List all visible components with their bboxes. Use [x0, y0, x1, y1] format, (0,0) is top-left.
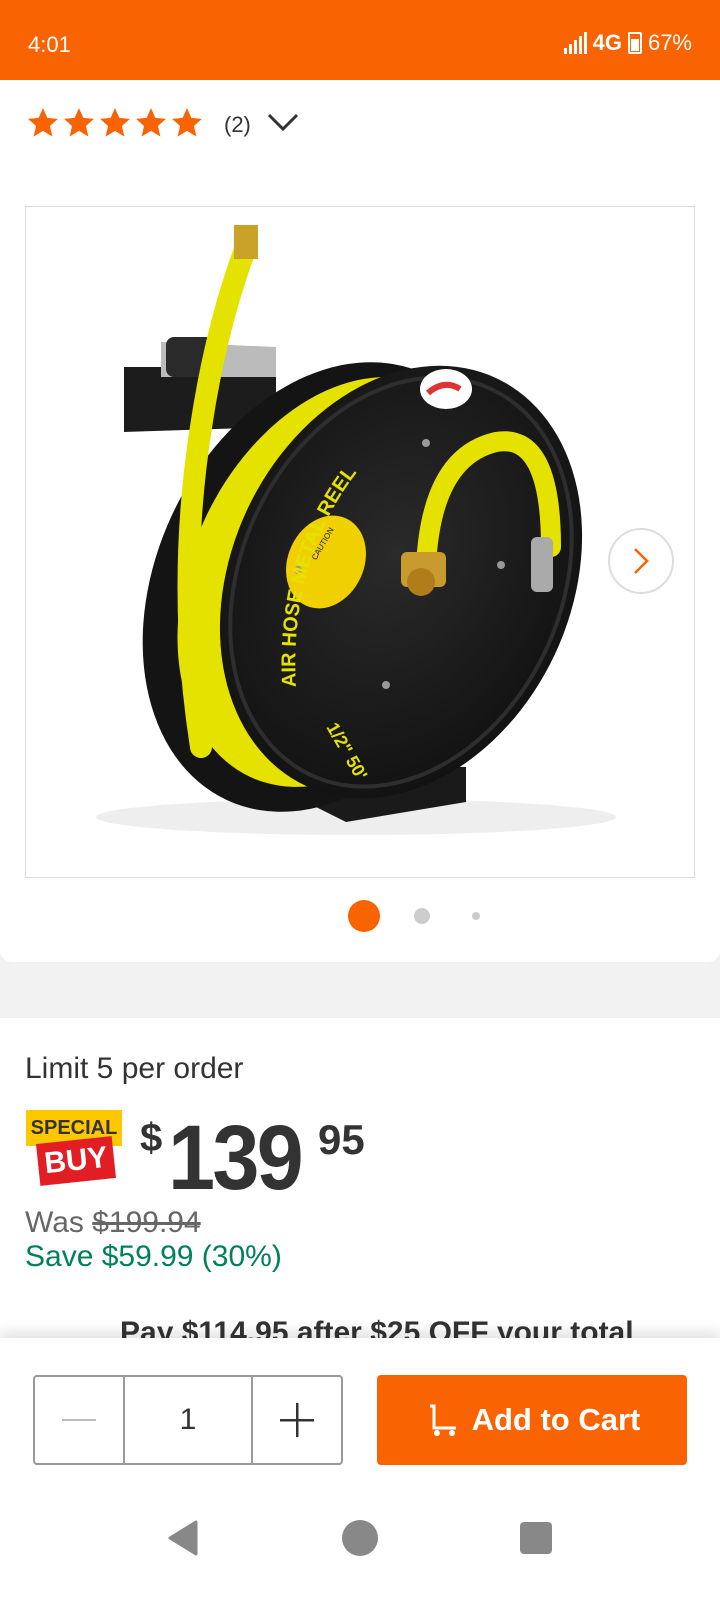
star-icon: [64, 108, 94, 137]
back-icon[interactable]: [168, 1520, 198, 1556]
minus-icon: [62, 1419, 96, 1421]
review-count[interactable]: (2): [224, 112, 251, 138]
product-image[interactable]: CAUTION AIR HOSE METAL REEL 1/2" 50': [25, 206, 695, 878]
cart-bar: 1 Add to Cart: [0, 1338, 720, 1478]
order-limit: Limit 5 per order: [25, 1052, 244, 1085]
add-to-cart-label: Add to Cart: [471, 1402, 641, 1437]
increase-quantity-button[interactable]: [253, 1377, 341, 1463]
original-price: $199.94: [92, 1206, 201, 1239]
battery-percent: 67%: [647, 30, 692, 55]
special-buy-badge: SPECIAL BUY: [26, 1110, 122, 1186]
rating-stars[interactable]: [26, 106, 204, 140]
status-bar: 4:01 4G 67%: [0, 0, 720, 80]
star-icon: [136, 108, 166, 137]
star-icon: [28, 108, 58, 137]
badge-buy: BUY: [36, 1136, 116, 1186]
price-section: Limit 5 per order SPECIAL BUY $ 139 95 W…: [0, 1018, 720, 1338]
price-cents: 95: [318, 1116, 365, 1163]
chevron-down-icon[interactable]: [266, 110, 300, 134]
carousel-dot[interactable]: [414, 908, 430, 924]
product-gallery: CAUTION AIR HOSE METAL REEL 1/2" 50': [0, 180, 720, 962]
promo-text-partial: Pay $114.95 after $25 OFF your total: [120, 1316, 634, 1338]
add-to-cart-button[interactable]: Add to Cart: [377, 1375, 687, 1465]
cart-icon: [429, 1404, 456, 1436]
price-currency: $: [140, 1116, 163, 1160]
quantity-input[interactable]: 1: [123, 1377, 253, 1463]
rating-section: (2): [0, 80, 720, 180]
chevron-right-icon: [634, 548, 649, 574]
home-icon[interactable]: [342, 1520, 378, 1556]
carousel-dot[interactable]: [472, 912, 480, 920]
star-icon: [172, 108, 202, 137]
quantity-stepper: 1: [33, 1375, 343, 1465]
battery-icon: [627, 32, 642, 54]
network-type: 4G: [592, 30, 622, 55]
status-time: 4:01: [28, 32, 71, 57]
was-price: Was $199.94: [25, 1206, 201, 1240]
carousel-dot-active[interactable]: [348, 900, 380, 932]
system-nav-bar: [0, 1478, 720, 1600]
was-label: Was: [25, 1206, 84, 1239]
next-image-button[interactable]: [608, 528, 674, 594]
hose-reel-illustration: CAUTION AIR HOSE METAL REEL 1/2" 50': [96, 225, 616, 835]
recents-icon[interactable]: [520, 1522, 552, 1554]
signal-icon: [563, 32, 587, 54]
price-dollars: 139: [168, 1107, 304, 1209]
status-icons: 4G 67%: [563, 30, 692, 56]
savings: Save $59.99 (30%): [25, 1240, 282, 1273]
decrease-quantity-button[interactable]: [35, 1377, 123, 1463]
star-icon: [100, 108, 130, 137]
plus-icon: [280, 1403, 314, 1437]
